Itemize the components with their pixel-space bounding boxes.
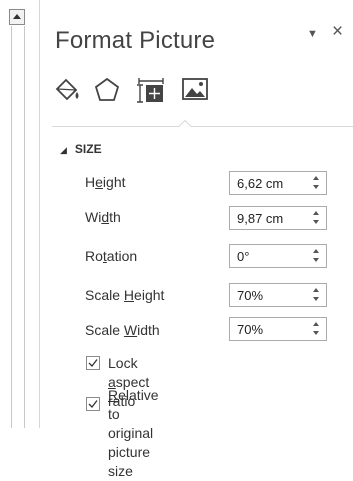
width-input[interactable]: 9,87 cm bbox=[229, 206, 327, 230]
vertical-scrollbar[interactable] bbox=[0, 0, 30, 428]
scale-height-input[interactable]: 70% bbox=[229, 283, 327, 307]
scroll-track[interactable] bbox=[11, 26, 25, 428]
pane-title: Format Picture bbox=[55, 27, 216, 54]
height-label: Height bbox=[85, 174, 126, 190]
scale-height-label: Scale Height bbox=[85, 287, 165, 303]
tab-effects[interactable] bbox=[92, 74, 122, 104]
lock-aspect-ratio-checkbox[interactable] bbox=[86, 356, 100, 370]
effects-pentagon-icon bbox=[94, 77, 120, 101]
scale-height-spinner[interactable] bbox=[313, 287, 321, 303]
relative-to-original-label: Relative to original picture size bbox=[108, 387, 159, 479]
tab-size-properties[interactable] bbox=[136, 74, 166, 104]
section-title: SIZE bbox=[74, 142, 102, 156]
scale-width-input[interactable]: 70% bbox=[229, 317, 327, 341]
selected-tab-indicator bbox=[176, 117, 194, 127]
checkmark-icon bbox=[88, 359, 98, 367]
close-icon[interactable]: × bbox=[332, 22, 343, 41]
width-spinner[interactable] bbox=[313, 210, 321, 226]
checkmark-icon bbox=[88, 400, 98, 408]
fill-line-icon bbox=[55, 78, 79, 101]
scale-width-label: Scale Width bbox=[85, 322, 160, 338]
rotation-label: Rotation bbox=[85, 248, 138, 264]
size-section-header[interactable]: ◢ SIZE bbox=[60, 142, 102, 156]
relative-to-original-checkbox[interactable] bbox=[86, 397, 100, 411]
rotation-spinner[interactable] bbox=[313, 248, 321, 264]
height-input[interactable]: 6,62 cm bbox=[229, 171, 327, 195]
width-label: Width bbox=[85, 209, 121, 225]
size-properties-icon bbox=[137, 78, 164, 103]
tab-divider bbox=[52, 126, 353, 127]
picture-icon bbox=[182, 78, 208, 100]
height-spinner[interactable] bbox=[313, 175, 321, 191]
scroll-up-arrow[interactable] bbox=[9, 9, 25, 25]
scale-width-spinner[interactable] bbox=[313, 321, 321, 337]
format-picture-pane: Format Picture ▼ × ◢ SIZE Height 6,62 cm… bbox=[40, 0, 353, 479]
pane-options-chevron-icon[interactable]: ▼ bbox=[307, 28, 318, 40]
tab-fill-line[interactable] bbox=[52, 74, 82, 104]
collapse-triangle-icon: ◢ bbox=[60, 145, 67, 155]
tab-picture[interactable] bbox=[180, 74, 210, 104]
rotation-input[interactable]: 0° bbox=[229, 244, 327, 268]
